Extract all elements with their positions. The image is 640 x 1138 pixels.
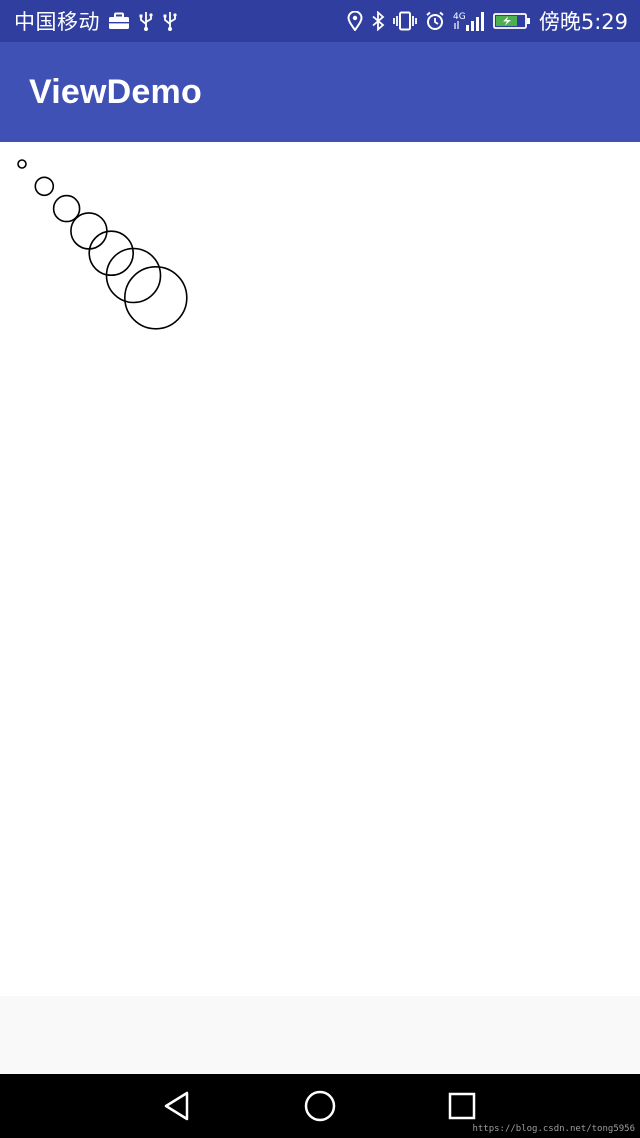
status-bar: 中国移动 4G 傍晚5:29 [0,0,640,42]
watermark-text: https://blog.csdn.net/tong5956 [472,1124,635,1134]
navigation-bar: https://blog.csdn.net/tong5956 [0,1074,640,1138]
status-bar-left: 中国移动 [14,6,178,36]
circle-7 [124,266,188,330]
alarm-icon [425,11,445,31]
back-triangle-icon [164,1091,189,1121]
clock-time: 傍晚5:29 [538,10,628,34]
usb-icon [138,11,154,31]
app-title: ViewDemo [29,72,202,111]
home-circle-icon [304,1090,336,1122]
signal-icon: 4G [453,10,485,32]
bottom-blank-area [0,996,640,1074]
circle-4 [70,212,108,250]
custom-circle-view [17,159,188,330]
app-toolbar: ViewDemo [0,42,640,142]
briefcase-icon [108,12,130,30]
home-button[interactable] [302,1088,338,1124]
back-button[interactable] [160,1088,196,1124]
usb-icon [162,11,178,31]
status-bar-right: 4G 傍晚5:29 [347,6,628,36]
bluetooth-icon [371,11,385,31]
vibrate-icon [392,11,417,31]
circle-1 [17,159,27,169]
battery-charging-icon [492,11,531,31]
location-icon [347,11,363,31]
circle-5 [88,230,134,276]
recents-button[interactable] [444,1088,480,1124]
carrier-name: 中国移动 [14,10,100,34]
content-area [0,142,640,996]
recents-square-icon [448,1092,476,1120]
circle-2 [34,176,55,197]
network-type-label: 4G [453,12,466,22]
